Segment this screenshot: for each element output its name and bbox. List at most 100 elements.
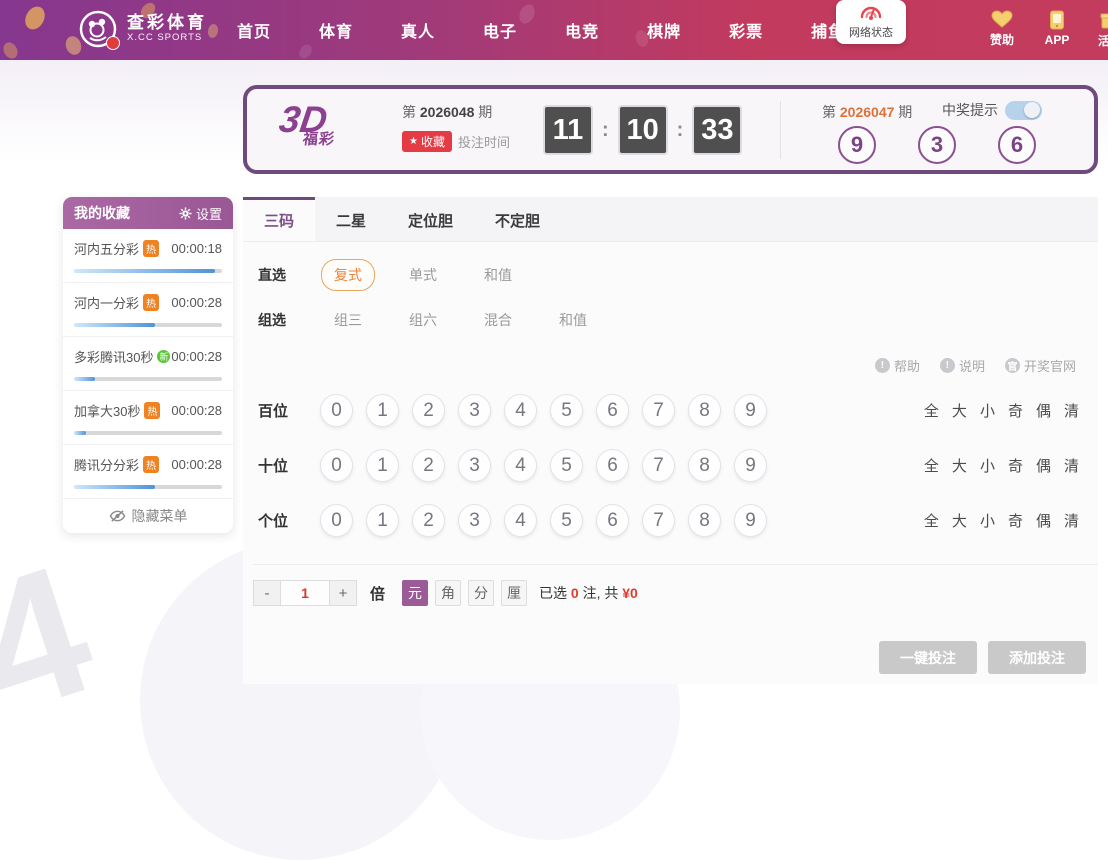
number-ball[interactable]: 1: [366, 449, 399, 482]
quick-select[interactable]: 清: [1064, 510, 1079, 531]
quick-select[interactable]: 全: [924, 510, 939, 531]
favorite-item[interactable]: 河内一分彩热 00:00:28: [63, 283, 233, 337]
multiplier-label: 倍: [370, 585, 386, 603]
number-ball[interactable]: 7: [642, 394, 675, 427]
play-option[interactable]: 单式: [396, 259, 450, 291]
quick-select[interactable]: 全: [924, 455, 939, 476]
summary-prefix: 已选: [539, 585, 568, 601]
favorite-item[interactable]: 加拿大30秒热 00:00:28: [63, 391, 233, 445]
quick-select[interactable]: 偶: [1036, 400, 1051, 421]
number-ball[interactable]: 2: [412, 394, 445, 427]
number-ball[interactable]: 9: [734, 394, 767, 427]
help-link[interactable]: 官开奖官网: [1004, 356, 1076, 375]
multiplier-input[interactable]: [281, 580, 329, 606]
issue-prefix: 第: [402, 104, 416, 120]
site-logo[interactable]: 查彩体育 X.CC SPORTS: [78, 9, 207, 50]
number-ball[interactable]: 5: [550, 394, 583, 427]
quick-select[interactable]: 大: [952, 455, 967, 476]
number-ball[interactable]: 8: [688, 449, 721, 482]
number-ball[interactable]: 6: [596, 394, 629, 427]
unit-button[interactable]: 元: [402, 580, 429, 606]
nav-item-chess[interactable]: 棋牌: [623, 18, 705, 42]
number-ball[interactable]: 7: [642, 449, 675, 482]
unit-button[interactable]: 厘: [501, 580, 528, 606]
number-ball[interactable]: 4: [504, 449, 537, 482]
number-ball[interactable]: 2: [412, 504, 445, 537]
quick-select[interactable]: 大: [952, 400, 967, 421]
tab-3[interactable]: 不定胆: [474, 197, 561, 241]
number-ball[interactable]: 1: [366, 504, 399, 537]
number-ball[interactable]: 1: [366, 394, 399, 427]
multiplier-plus-button[interactable]: +: [329, 580, 357, 606]
number-ball[interactable]: 3: [458, 504, 491, 537]
number-ball[interactable]: 3: [458, 449, 491, 482]
play-option[interactable]: 和值: [546, 304, 600, 336]
nav-item-lottery[interactable]: 彩票: [705, 18, 787, 42]
number-ball[interactable]: 9: [734, 449, 767, 482]
settings-button[interactable]: 设置: [179, 204, 222, 223]
unit-button[interactable]: 分: [468, 580, 495, 606]
number-ball[interactable]: 2: [412, 449, 445, 482]
number-ball[interactable]: 3: [458, 394, 491, 427]
tab-0[interactable]: 三码: [243, 197, 316, 241]
number-row: 个位 0 1 2 3 4 5 6 7 8 9 全大小奇偶清: [258, 493, 1098, 548]
quick-select[interactable]: 偶: [1036, 510, 1051, 531]
network-status-button[interactable]: 网络状态: [836, 0, 906, 44]
nav-item-esports[interactable]: 电竞: [541, 18, 623, 42]
nav-item-sports[interactable]: 体育: [295, 18, 377, 42]
quick-select[interactable]: 奇: [1008, 510, 1023, 531]
unit-button[interactable]: 角: [435, 580, 462, 606]
play-option[interactable]: 和值: [471, 259, 525, 291]
play-option[interactable]: 混合: [471, 304, 525, 336]
quick-select[interactable]: 小: [980, 400, 995, 421]
activity-button[interactable]: 活动: [1086, 10, 1108, 49]
quick-select[interactable]: 清: [1064, 455, 1079, 476]
multiplier-minus-button[interactable]: -: [253, 580, 281, 606]
nav-item-live[interactable]: 真人: [377, 18, 459, 42]
add-bet-button[interactable]: 添加投注: [988, 641, 1086, 674]
number-ball[interactable]: 8: [688, 394, 721, 427]
favorite-item[interactable]: 腾讯分分彩热 00:00:28: [63, 445, 233, 499]
tab-2[interactable]: 定位胆: [387, 197, 474, 241]
number-ball[interactable]: 0: [320, 394, 353, 427]
current-issue: 第 2026048 期: [402, 102, 510, 122]
quick-select[interactable]: 大: [952, 510, 967, 531]
nav-item-home[interactable]: 首页: [213, 18, 295, 42]
play-option[interactable]: 组六: [396, 304, 450, 336]
favorite-item[interactable]: 河内五分彩热 00:00:18: [63, 229, 233, 283]
number-ball[interactable]: 8: [688, 504, 721, 537]
play-option[interactable]: 组三: [321, 304, 375, 336]
quick-select[interactable]: 奇: [1008, 400, 1023, 421]
number-ball[interactable]: 5: [550, 504, 583, 537]
nav-item-slots[interactable]: 电子: [459, 18, 541, 42]
number-ball[interactable]: 7: [642, 504, 675, 537]
app-button[interactable]: APP: [1033, 10, 1081, 47]
number-ball[interactable]: 0: [320, 504, 353, 537]
number-ball[interactable]: 0: [320, 449, 353, 482]
quick-select[interactable]: 清: [1064, 400, 1079, 421]
hide-menu-button[interactable]: 隐藏菜单: [63, 499, 233, 533]
sponsor-button[interactable]: 赞助: [978, 10, 1026, 48]
number-ball[interactable]: 9: [734, 504, 767, 537]
help-link[interactable]: ! 说明: [939, 356, 985, 375]
tab-1[interactable]: 二星: [315, 197, 387, 241]
quick-select[interactable]: 小: [980, 455, 995, 476]
number-ball[interactable]: 6: [596, 504, 629, 537]
number-ball[interactable]: 6: [596, 449, 629, 482]
quick-select[interactable]: 奇: [1008, 455, 1023, 476]
quick-bet-button[interactable]: 一键投注: [879, 641, 977, 674]
favorites-sidebar: 我的收藏 设置 河内五分彩热 00:00:18 河内一分彩热 00:00:28 多彩腾讯…: [63, 197, 233, 533]
number-rows: 百位 0 1 2 3 4 5 6 7 8 9 全大小奇偶清十位 0 1 2 3 4 5 6 7 8 9 全大小奇偶清个位 0 1…: [243, 383, 1098, 548]
win-tip-toggle[interactable]: [1005, 100, 1042, 120]
favorite-badge-button[interactable]: ★ 收藏: [402, 131, 452, 152]
favorite-item[interactable]: 多彩腾讯30秒新 00:00:28: [63, 337, 233, 391]
help-link[interactable]: ! 帮助: [874, 356, 920, 375]
number-ball[interactable]: 4: [504, 394, 537, 427]
number-ball[interactable]: 4: [504, 504, 537, 537]
position-label: 十位: [258, 458, 289, 475]
number-ball[interactable]: 5: [550, 449, 583, 482]
quick-select[interactable]: 全: [924, 400, 939, 421]
quick-select[interactable]: 小: [980, 510, 995, 531]
play-option[interactable]: 复式: [321, 258, 375, 291]
quick-select[interactable]: 偶: [1036, 455, 1051, 476]
